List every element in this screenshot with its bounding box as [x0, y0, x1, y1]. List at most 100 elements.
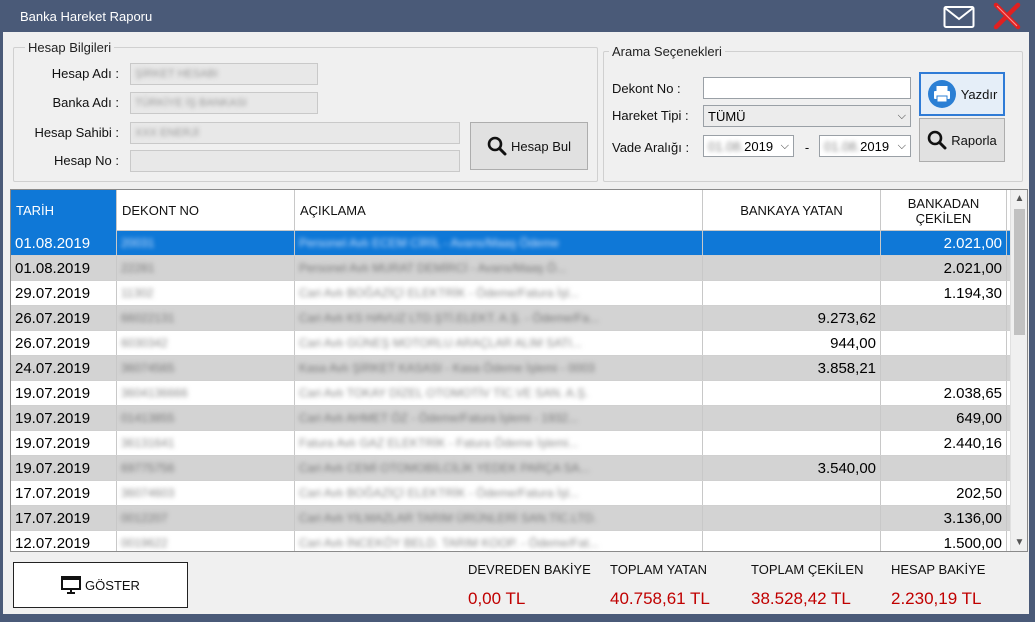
dekont-cell[interactable]: 36131641	[117, 431, 295, 455]
description-cell[interactable]: Cari Avlı BOĞAZİÇİ ELEKTRİK - Ödeme/Fatu…	[295, 481, 703, 505]
scroll-thumb[interactable]	[1014, 209, 1025, 335]
account-name-field[interactable]: ŞİRKET HESABI	[130, 63, 318, 85]
movement-type-select[interactable]: TÜMÜ ⌵	[703, 105, 911, 127]
withdrawn-cell[interactable]: 3.136,00	[881, 506, 1007, 530]
description-cell[interactable]: Cari Avlı İNCEKÖY BELD. TARIM KOOP. - Öd…	[295, 531, 703, 551]
table-row[interactable]: 01.08.2019 20031 Personel Avlı ECEM CİRİL …	[11, 231, 1011, 256]
withdrawn-cell[interactable]: 1.194,30	[881, 281, 1007, 305]
deposited-cell[interactable]: 9.273,62	[703, 306, 881, 330]
withdrawn-cell[interactable]: 2.038,65	[881, 381, 1007, 405]
withdrawn-cell[interactable]: 649,00	[881, 406, 1007, 430]
deposited-cell[interactable]	[703, 256, 881, 280]
dekont-cell[interactable]: 36074565	[117, 356, 295, 380]
table-row[interactable]: 19.07.2019 3604136666 Cari Avlı TOKAY DİZE…	[11, 381, 1011, 406]
account-no-field[interactable]	[130, 150, 460, 172]
date-from-picker[interactable]: 01.08.2019 ⌵	[703, 135, 794, 157]
date-cell[interactable]: 17.07.2019	[11, 506, 117, 530]
date-cell[interactable]: 26.07.2019	[11, 331, 117, 355]
dekont-cell[interactable]: 11302	[117, 281, 295, 305]
description-cell[interactable]: Cari Avlı KS HAVUZ LTD.ŞTİ.ELEKT. A.Ş. -…	[295, 306, 703, 330]
deposited-cell[interactable]: 944,00	[703, 331, 881, 355]
col-header-withdrawn[interactable]: BANKADAN ÇEKİLEN	[881, 190, 1007, 231]
date-cell[interactable]: 26.07.2019	[11, 306, 117, 330]
date-cell[interactable]: 19.07.2019	[11, 456, 117, 480]
deposited-cell[interactable]	[703, 381, 881, 405]
deposited-cell[interactable]: 3.858,21	[703, 356, 881, 380]
withdrawn-cell[interactable]: 202,50	[881, 481, 1007, 505]
date-to-picker[interactable]: 01.08.2019 ⌵	[819, 135, 911, 157]
date-cell[interactable]: 19.07.2019	[11, 406, 117, 430]
title-bar[interactable]: Banka Hareket Raporu	[0, 0, 1035, 32]
description-cell[interactable]: Cari Avlı TOKAY DİZEL OTOMOTİV TİC.VE SA…	[295, 381, 703, 405]
withdrawn-cell[interactable]: 2.021,00	[881, 231, 1007, 255]
deposited-cell[interactable]	[703, 281, 881, 305]
dekont-no-input[interactable]	[703, 77, 911, 99]
account-owner-field[interactable]: XXX ENERJİ	[130, 122, 460, 144]
table-row[interactable]: 19.07.2019 36131641 Fatura Avlı GAZ ELEKTR…	[11, 431, 1011, 456]
description-cell[interactable]: Personel Avlı ECEM CİRİL - Avans/Maaş Öd…	[295, 231, 703, 255]
description-cell[interactable]: Kasa Avlı ŞİRKET KASASI - Kasa Ödeme İşl…	[295, 356, 703, 380]
withdrawn-cell[interactable]	[881, 456, 1007, 480]
withdrawn-cell[interactable]: 2.440,16	[881, 431, 1007, 455]
dekont-cell[interactable]: 6030342	[117, 331, 295, 355]
description-cell[interactable]: Cari Avlı GÜNEŞ MOTORLU ARAÇLAR ALIM SAT…	[295, 331, 703, 355]
mail-icon[interactable]	[943, 5, 975, 29]
withdrawn-cell[interactable]: 2.021,00	[881, 256, 1007, 280]
withdrawn-cell[interactable]	[881, 356, 1007, 380]
deposited-cell[interactable]	[703, 406, 881, 430]
dekont-cell[interactable]: 22281	[117, 256, 295, 280]
date-cell[interactable]: 29.07.2019	[11, 281, 117, 305]
table-row[interactable]: 29.07.2019 11302 Cari Avlı BOĞAZİÇİ ELEKTR…	[11, 281, 1011, 306]
dekont-cell[interactable]: 01413855	[117, 406, 295, 430]
col-header-description[interactable]: AÇIKLAMA	[295, 190, 703, 231]
dekont-cell[interactable]: 36074603	[117, 481, 295, 505]
table-row[interactable]: 19.07.2019 69775756 Cari Avlı CEMİ OTOMOBİ…	[11, 456, 1011, 481]
withdrawn-cell[interactable]	[881, 306, 1007, 330]
table-row[interactable]: 17.07.2019 36074603 Cari Avlı BOĞAZİÇİ ELE…	[11, 481, 1011, 506]
withdrawn-cell[interactable]: 1.500,00	[881, 531, 1007, 551]
scroll-down-icon[interactable]: ▼	[1011, 534, 1027, 551]
deposited-cell[interactable]	[703, 506, 881, 530]
dekont-cell[interactable]: 0019622	[117, 531, 295, 551]
deposited-cell[interactable]	[703, 531, 881, 551]
date-cell[interactable]: 01.08.2019	[11, 256, 117, 280]
description-cell[interactable]: Cari Avlı AHMET ÖZ - Ödeme/Fatura İşlemi…	[295, 406, 703, 430]
withdrawn-cell[interactable]	[881, 331, 1007, 355]
show-button[interactable]: GÖSTER	[13, 562, 188, 608]
description-cell[interactable]: Cari Avlı CEMİ OTOMOBİLCİLİK YEDEK PARÇA…	[295, 456, 703, 480]
table-row[interactable]: 19.07.2019 01413855 Cari Avlı AHMET ÖZ - Ö…	[11, 406, 1011, 431]
deposited-cell[interactable]	[703, 431, 881, 455]
deposited-cell[interactable]	[703, 481, 881, 505]
dekont-cell[interactable]: 69775756	[117, 456, 295, 480]
table-row[interactable]: 17.07.2019 0012207 Cari Avlı YILMAZLAR TAR…	[11, 506, 1011, 531]
close-icon[interactable]	[992, 2, 1022, 30]
col-header-date[interactable]: TARİH	[11, 190, 117, 231]
date-cell[interactable]: 01.08.2019	[11, 231, 117, 255]
date-cell[interactable]: 17.07.2019	[11, 481, 117, 505]
description-cell[interactable]: Cari Avlı YILMAZLAR TARIM ÜRÜNLERİ SAN.T…	[295, 506, 703, 530]
print-button[interactable]: Yazdır	[919, 72, 1005, 116]
deposited-cell[interactable]	[703, 231, 881, 255]
col-header-deposited[interactable]: BANKAYA YATAN	[703, 190, 881, 231]
date-cell[interactable]: 24.07.2019	[11, 356, 117, 380]
table-row[interactable]: 01.08.2019 22281 Personel Avlı MURAT DEMİR…	[11, 256, 1011, 281]
dekont-cell[interactable]: 66022131	[117, 306, 295, 330]
date-cell[interactable]: 19.07.2019	[11, 381, 117, 405]
table-row[interactable]: 26.07.2019 66022131 Cari Avlı KS HAVUZ LTD…	[11, 306, 1011, 331]
dekont-cell[interactable]: 20031	[117, 231, 295, 255]
description-cell[interactable]: Fatura Avlı GAZ ELEKTRİK - Fatura Ödeme …	[295, 431, 703, 455]
table-row[interactable]: 26.07.2019 6030342 Cari Avlı GÜNEŞ MOTORLU…	[11, 331, 1011, 356]
report-button[interactable]: Raporla	[919, 118, 1005, 162]
description-cell[interactable]: Personel Avlı MURAT DEMİRCİ - Avans/Maaş…	[295, 256, 703, 280]
dekont-cell[interactable]: 0012207	[117, 506, 295, 530]
col-header-dekont[interactable]: DEKONT NO	[117, 190, 295, 231]
dekont-cell[interactable]: 3604136666	[117, 381, 295, 405]
date-cell[interactable]: 12.07.2019	[11, 531, 117, 551]
deposited-cell[interactable]: 3.540,00	[703, 456, 881, 480]
description-cell[interactable]: Cari Avlı BOĞAZİÇİ ELEKTRİK - Ödeme/Fatu…	[295, 281, 703, 305]
table-row[interactable]: 24.07.2019 36074565 Kasa Avlı ŞİRKET KASAS…	[11, 356, 1011, 381]
scroll-up-icon[interactable]: ▲	[1011, 190, 1027, 207]
vertical-scrollbar[interactable]: ▲ ▼	[1010, 190, 1027, 551]
find-account-button[interactable]: Hesap Bul	[470, 122, 588, 170]
date-cell[interactable]: 19.07.2019	[11, 431, 117, 455]
